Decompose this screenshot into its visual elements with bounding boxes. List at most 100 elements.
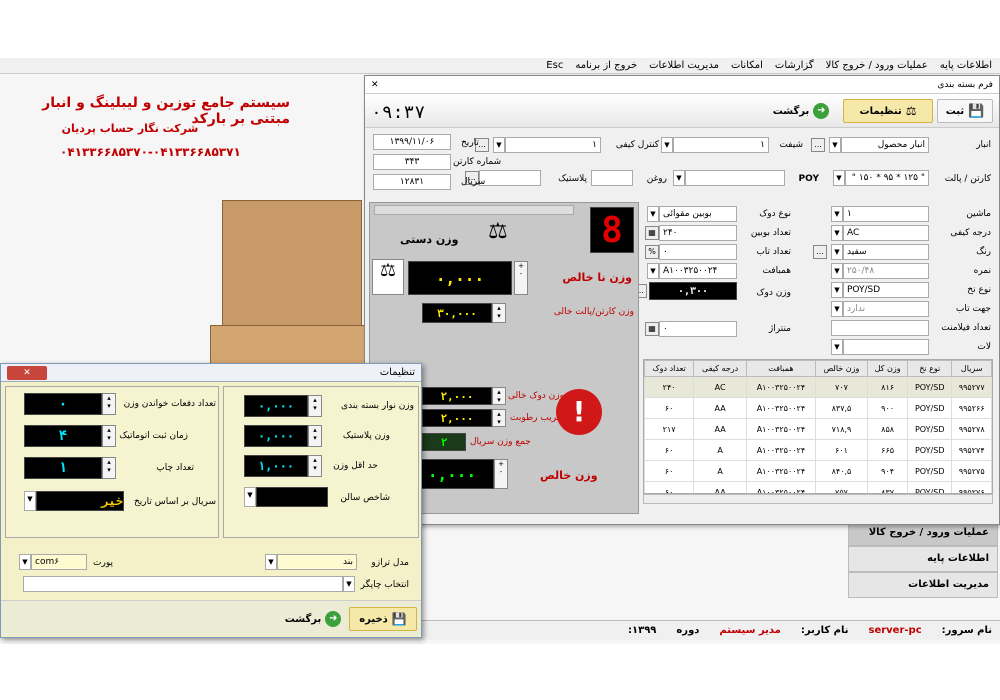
menu-item-in-out[interactable]: عملیات ورود / خروج کالا — [826, 60, 928, 71]
table-row[interactable]: ۹۹۵۲۷۸ POY/SD ۸۵۸ ۷۱۸,۹ A۱۰۰۳۲۵۰۰۲۴ AA ۲۱۷ — [644, 418, 992, 440]
shrink-field[interactable]: ۰ — [659, 321, 737, 337]
settings-back-button[interactable]: برگشت ➜ — [281, 607, 345, 631]
read-count-spinner[interactable]: ▴ ▾ — [102, 393, 116, 415]
poy-dropdown[interactable]: ▼ — [673, 170, 685, 186]
plastic-field[interactable] — [479, 170, 541, 186]
bobbin-count-field[interactable]: ۲۴۰ — [659, 225, 737, 241]
close-icon[interactable]: ✕ — [7, 365, 47, 380]
twist-count-field[interactable]: ۰ — [659, 244, 737, 260]
twist-dropdown[interactable]: ▼ — [831, 301, 843, 317]
menu-item-base-info[interactable]: اطلاعات پایه — [940, 60, 992, 71]
spool-type-dropdown[interactable]: ▼ — [647, 206, 659, 222]
qc-dropdown[interactable]: ▼ — [493, 137, 505, 153]
color-field[interactable]: سفید — [843, 244, 929, 260]
warehouse-field[interactable]: انبار محصول — [841, 137, 929, 153]
scale-button[interactable]: ⚖ — [372, 259, 404, 295]
year-index-display[interactable] — [256, 487, 328, 507]
table-header[interactable]: تعداد دوک — [644, 360, 695, 377]
save-button[interactable]: ثبت 💾 — [937, 99, 993, 123]
table-header[interactable]: وزن کل — [867, 360, 909, 377]
machine-field[interactable]: ۱ — [843, 206, 929, 222]
serial-date-dropdown[interactable]: ▼ — [24, 491, 36, 511]
period-value: ۱۳۹۹: — [627, 625, 657, 636]
port-dropdown[interactable]: ▼ — [19, 554, 31, 570]
table-row[interactable]: ۹۹۵۲۷۶ POY/SD ۸۳۷ ۷۵۷ A۱۰۰۳۲۵۰۰۲۴ AA ۶۰ — [644, 481, 992, 493]
table-cell: ۹۰۴ — [867, 460, 909, 482]
oil-field[interactable] — [591, 170, 633, 186]
tape-weight-spinner[interactable]: ▴ ▾ — [308, 395, 322, 417]
net-weight-spinner[interactable]: + - — [494, 459, 508, 489]
settings-button[interactable]: تنظیمات ⚖ — [843, 99, 933, 123]
table-cell: ۷۰۷ — [814, 376, 869, 398]
color-more-button[interactable]: ... — [813, 245, 827, 259]
lot-field[interactable] — [843, 339, 929, 355]
table-row[interactable]: ۹۹۵۲۷۷ POY/SD ۸۱۶ ۷۰۷ A۱۰۰۳۲۵۰۰۲۴ AC ۲۴۰ — [644, 376, 992, 398]
table-row[interactable]: ۹۹۵۲۷۵ POY/SD ۹۰۴ ۸۴۰,۵ A۱۰۰۳۲۵۰۰۲۴ A ۶۰ — [644, 460, 992, 482]
table-row[interactable]: ۹۹۵۲۷۴ POY/SD ۶۶۵ ۶۰۱ A۱۰۰۳۲۵۰۰۲۴ A ۶۰ — [644, 439, 992, 461]
horizontal-scrollbar[interactable] — [643, 494, 993, 504]
warehouse-dropdown[interactable]: ▼ — [829, 137, 841, 153]
print-count-spinner[interactable]: ▴ ▾ — [102, 457, 116, 479]
table-header[interactable]: سریال — [951, 360, 992, 377]
qc-field[interactable]: ۱ — [505, 137, 601, 153]
spool-type-field[interactable]: بوبین مقوائی — [659, 206, 737, 222]
carton-weight-spinner[interactable]: ▴ ▾ — [492, 303, 506, 323]
menu-item-tools[interactable]: امکانات — [731, 60, 763, 71]
carton-dropdown[interactable]: ▼ — [833, 170, 845, 186]
empty-spool-spinner[interactable]: ▴ ▾ — [492, 387, 506, 405]
gross-weight-spinner[interactable]: + - — [514, 261, 528, 295]
grade-field[interactable]: AC — [843, 225, 929, 241]
calc-icon-2[interactable]: ▦ — [645, 322, 659, 336]
warning-icon: ! — [556, 389, 602, 435]
carton-field[interactable]: " ۱۲۵ * ۹۵ * ۱۵۰ " — [845, 170, 929, 186]
user-name: مدیر سیستم — [719, 625, 781, 636]
nomre-dropdown[interactable]: ▼ — [831, 263, 843, 279]
shift-dropdown[interactable]: ▼ — [661, 137, 673, 153]
filament-field[interactable] — [831, 320, 929, 336]
merge-dropdown[interactable]: ▼ — [647, 263, 659, 279]
menu-item-reports[interactable]: گزارشات — [775, 60, 814, 71]
shift-field[interactable]: ۱ — [673, 137, 769, 153]
grade-dropdown[interactable]: ▼ — [831, 225, 843, 241]
calc-icon[interactable]: ▦ — [645, 226, 659, 240]
twist-field[interactable]: ندارد — [843, 301, 929, 317]
port-field[interactable]: com۶ — [31, 554, 87, 570]
moisture-spinner[interactable]: ▴ ▾ — [492, 409, 506, 427]
printer-field[interactable] — [23, 576, 343, 592]
serial-field[interactable]: ۱۲۸۳۱ — [373, 174, 451, 190]
nomre-field[interactable]: ۲۵۰/۴۸ — [843, 263, 929, 279]
min-weight-spinner[interactable]: ▴ ▾ — [308, 455, 322, 477]
table-header[interactable]: نوع نخ — [907, 360, 953, 377]
lot-dropdown[interactable]: ▼ — [831, 339, 843, 355]
poy-field[interactable] — [685, 170, 785, 186]
table-header[interactable]: وزن خالص — [814, 360, 869, 377]
back-button[interactable]: برگشت ➜ — [765, 99, 837, 123]
settings-save-button[interactable]: ذخیره 💾 — [349, 607, 417, 631]
table-row[interactable]: ۹۹۵۲۶۶ POY/SD ۹۰۰ ۸۳۷,۵ A۱۰۰۳۲۵۰۰۲۴ AA ۶۰ — [644, 397, 992, 419]
printer-dropdown[interactable]: ▼ — [343, 576, 355, 592]
thread-field[interactable]: POY/SD — [843, 282, 929, 298]
serial-date-display[interactable]: خیر — [36, 491, 124, 511]
scale-model-field[interactable]: بند — [277, 554, 357, 570]
year-index-dropdown[interactable]: ▼ — [244, 487, 256, 507]
menu-item-exit[interactable]: خروج از برنامه — [575, 60, 637, 71]
carton-no-field[interactable]: ۳۴۳ — [373, 154, 451, 170]
nav-base-info[interactable]: اطلاعات پایه — [848, 546, 998, 572]
scale-model-dropdown[interactable]: ▼ — [265, 554, 277, 570]
plastic-weight-spinner[interactable]: ▴ ▾ — [308, 425, 322, 447]
menu-item-esc[interactable]: Esc — [546, 60, 563, 71]
table-header[interactable]: همبافت — [746, 360, 816, 377]
menu-item-data-management[interactable]: مدیریت اطلاعات — [649, 60, 719, 71]
thread-dropdown[interactable]: ▼ — [831, 282, 843, 298]
table-header[interactable]: درجه کیفی — [693, 360, 748, 377]
auto-time-spinner[interactable]: ▴ ▾ — [102, 425, 116, 447]
nav-data-management[interactable]: مدیریت اطلاعات — [848, 572, 998, 598]
close-icon[interactable]: ✕ — [371, 80, 379, 90]
date-field[interactable]: ۱۳۹۹/۱۱/۰۶ — [373, 134, 451, 150]
machine-dropdown[interactable]: ▼ — [831, 206, 843, 222]
color-dropdown[interactable]: ▼ — [831, 244, 843, 260]
percent-icon[interactable]: % — [645, 245, 659, 259]
warehouse-more-button[interactable]: ... — [811, 138, 825, 152]
merge-field[interactable]: A۱۰۰۳۲۵۰۰۲۴ — [659, 263, 737, 279]
table-cell: ۹۹۵۲۷۸ — [951, 418, 992, 440]
